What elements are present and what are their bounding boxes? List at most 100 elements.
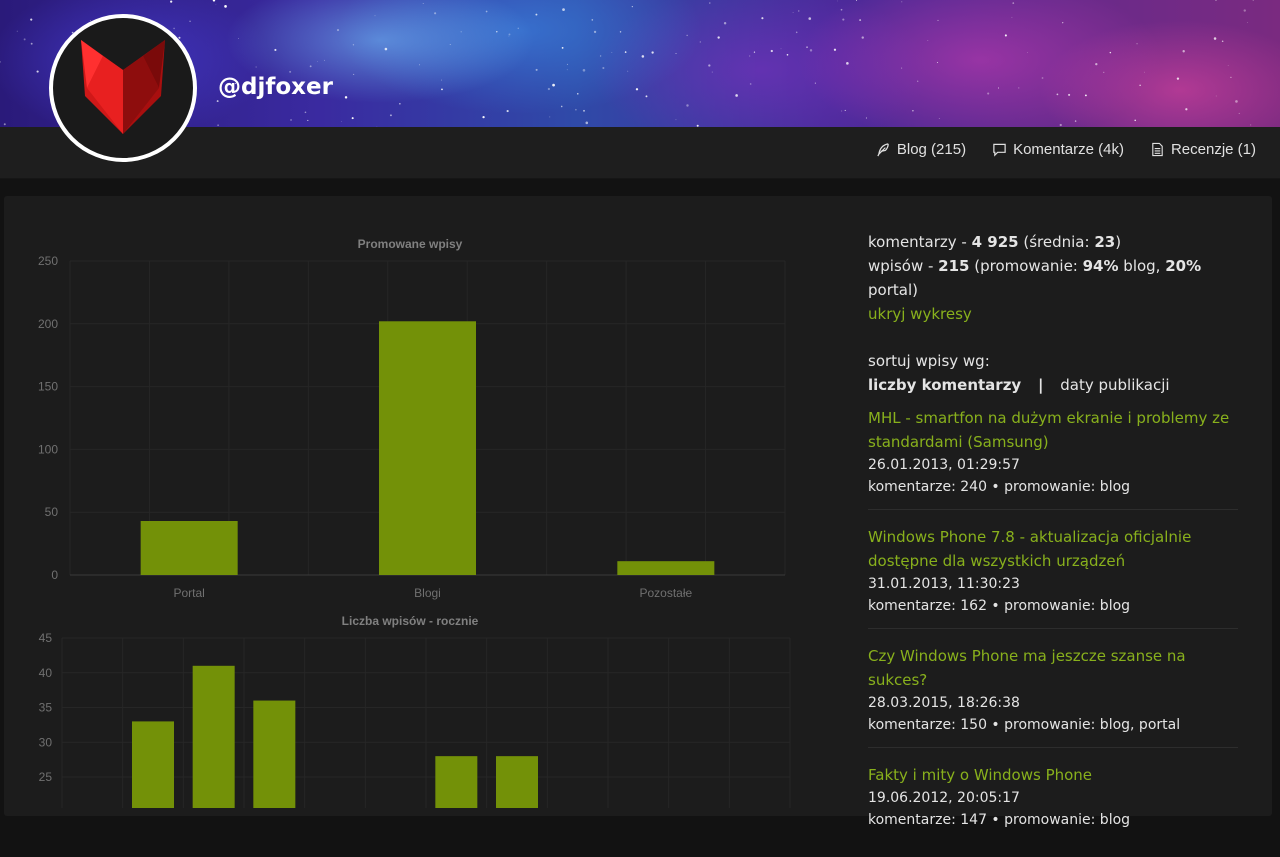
star bbox=[642, 55, 645, 58]
avatar[interactable] bbox=[49, 14, 197, 162]
post-title-link[interactable]: Fakty i mity o Windows Phone bbox=[868, 763, 1238, 787]
star bbox=[842, 19, 844, 21]
star bbox=[1230, 77, 1231, 78]
sort-separator: | bbox=[1038, 376, 1043, 394]
y-tick-label: 35 bbox=[39, 701, 53, 715]
star bbox=[1239, 113, 1240, 114]
bar[interactable] bbox=[617, 561, 714, 575]
star bbox=[577, 93, 578, 94]
star bbox=[1250, 124, 1251, 125]
star bbox=[17, 31, 18, 32]
star bbox=[600, 55, 601, 56]
bar[interactable] bbox=[141, 521, 238, 575]
posts-total: 215 bbox=[938, 257, 969, 275]
bar[interactable] bbox=[496, 756, 538, 808]
star bbox=[1075, 120, 1076, 121]
star bbox=[1216, 96, 1217, 97]
star bbox=[583, 69, 586, 72]
star bbox=[399, 103, 401, 105]
star bbox=[1005, 34, 1007, 36]
star bbox=[781, 48, 782, 49]
bar[interactable] bbox=[193, 666, 235, 808]
sort-by-comments[interactable]: liczby komentarzy bbox=[868, 376, 1021, 394]
x-tick-label: Pozostałe bbox=[639, 586, 692, 600]
star bbox=[917, 81, 918, 82]
post-meta: komentarze: 150 • promowanie: blog, port… bbox=[868, 714, 1238, 736]
x-tick-label: Portal bbox=[173, 586, 204, 600]
bar[interactable] bbox=[132, 721, 174, 808]
star bbox=[1011, 17, 1012, 18]
list-item: Fakty i mity o Windows Phone 19.06.2012,… bbox=[868, 763, 1238, 842]
star bbox=[390, 114, 392, 116]
star bbox=[238, 38, 239, 39]
post-date: 28.03.2015, 18:26:38 bbox=[868, 692, 1238, 714]
x-tick-label: Blogi bbox=[414, 586, 441, 600]
star bbox=[1057, 94, 1059, 96]
star bbox=[602, 67, 604, 69]
star bbox=[450, 44, 451, 45]
comments-avg-prefix: (średnia: bbox=[1019, 233, 1095, 251]
bar[interactable] bbox=[435, 756, 477, 808]
star bbox=[337, 29, 339, 31]
star bbox=[1103, 72, 1104, 73]
star bbox=[216, 4, 217, 5]
star bbox=[496, 31, 497, 32]
posts-promo-prefix: (promowanie: bbox=[969, 257, 1082, 275]
nav-reviews[interactable]: Recenzje (1) bbox=[1150, 141, 1256, 158]
star bbox=[1144, 72, 1145, 73]
list-item: Czy Windows Phone ma jeszcze szanse na s… bbox=[868, 644, 1238, 748]
star bbox=[594, 31, 596, 33]
posts-blog-label: blog, bbox=[1119, 257, 1166, 275]
post-title-link[interactable]: MHL - smartfon na dużym ekranie i proble… bbox=[868, 406, 1238, 454]
posts-portal-pct: 20% bbox=[1165, 257, 1201, 275]
sort-by-date[interactable]: daty publikacji bbox=[1060, 376, 1169, 394]
star bbox=[625, 51, 627, 53]
star bbox=[4, 123, 6, 125]
star bbox=[1012, 2, 1014, 4]
bar[interactable] bbox=[253, 701, 295, 808]
star bbox=[793, 12, 794, 13]
star bbox=[1182, 50, 1184, 52]
star bbox=[173, 28, 175, 30]
star bbox=[837, 1, 838, 2]
y-tick-label: 50 bbox=[45, 505, 59, 519]
y-tick-label: 0 bbox=[51, 568, 58, 582]
comments-avg: 23 bbox=[1094, 233, 1115, 251]
chart2-title: Liczba wpisów - rocznie bbox=[260, 614, 560, 628]
y-tick-label: 100 bbox=[38, 442, 58, 456]
profile-nav: Blog (215) Komentarze (4k) Recenzje (1) bbox=[876, 141, 1256, 158]
star bbox=[620, 31, 621, 32]
nav-blog-label: Blog (215) bbox=[897, 141, 966, 158]
post-meta: komentarze: 240 • promowanie: blog bbox=[868, 476, 1238, 498]
star bbox=[750, 83, 752, 85]
posts-portal-label: portal) bbox=[868, 281, 918, 299]
star bbox=[841, 110, 842, 111]
star bbox=[712, 72, 713, 73]
star bbox=[862, 36, 864, 38]
star bbox=[1085, 94, 1087, 96]
nav-comments[interactable]: Komentarze (4k) bbox=[992, 141, 1124, 158]
star bbox=[928, 40, 929, 41]
post-title-link[interactable]: Windows Phone 7.8 - aktualizacja oficjal… bbox=[868, 525, 1238, 573]
hide-charts-link[interactable]: ukryj wykresy bbox=[868, 302, 1238, 326]
comments-prefix: komentarzy - bbox=[868, 233, 972, 251]
bar[interactable] bbox=[379, 321, 476, 575]
star bbox=[866, 118, 867, 119]
star bbox=[375, 15, 376, 16]
star bbox=[290, 119, 291, 120]
post-date: 19.06.2012, 20:05:17 bbox=[868, 787, 1238, 809]
star bbox=[810, 49, 812, 51]
post-meta: komentarze: 162 • promowanie: blog bbox=[868, 595, 1238, 617]
star bbox=[1068, 94, 1070, 96]
document-icon bbox=[1150, 142, 1165, 157]
star bbox=[441, 80, 442, 81]
post-title-link[interactable]: Czy Windows Phone ma jeszcze szanse na s… bbox=[868, 644, 1238, 692]
star bbox=[548, 88, 550, 90]
posts-blog-pct: 94% bbox=[1083, 257, 1119, 275]
nav-blog[interactable]: Blog (215) bbox=[876, 141, 966, 158]
star bbox=[567, 69, 568, 70]
list-item: Windows Phone 7.8 - aktualizacja oficjal… bbox=[868, 525, 1238, 629]
star bbox=[562, 47, 564, 49]
post-list: MHL - smartfon na dużym ekranie i proble… bbox=[868, 406, 1238, 842]
star bbox=[586, 122, 589, 125]
